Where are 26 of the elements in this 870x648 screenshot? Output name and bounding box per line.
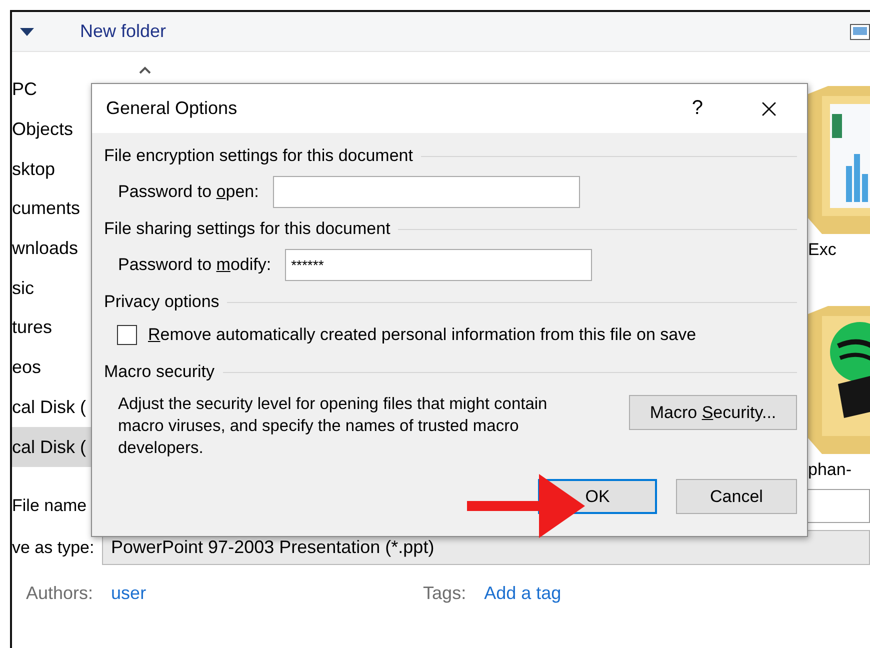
file-name-label: Exc xyxy=(808,240,838,260)
scroll-up-icon[interactable] xyxy=(139,66,151,74)
save-type-label: ve as type: xyxy=(12,538,96,558)
section-heading: File sharing settings for this document xyxy=(104,219,390,239)
password-label: Password to modify: xyxy=(118,255,272,275)
password-field[interactable]: ****** xyxy=(285,249,592,281)
help-button[interactable]: ? xyxy=(692,97,703,120)
cancel-button[interactable]: Cancel xyxy=(676,479,797,514)
new-folder-button[interactable]: New folder xyxy=(80,21,166,42)
dialog-title: General Options xyxy=(106,98,238,119)
add-tag-link[interactable]: Add a tag xyxy=(484,582,562,604)
checkbox-label: Remove automatically created personal information from this file on save xyxy=(148,325,696,345)
authors-link[interactable]: user xyxy=(111,582,424,604)
macro-security-button[interactable]: Macro Security... xyxy=(629,395,797,430)
authors-label: Authors: xyxy=(26,582,94,604)
checkbox[interactable] xyxy=(117,325,137,345)
section-heading: File encryption settings for this document xyxy=(104,146,413,166)
password-label: Password to open: xyxy=(118,182,259,202)
section-heading: Macro security xyxy=(104,362,215,382)
dropdown-caret-icon[interactable] xyxy=(20,28,34,36)
file-name-label: phan- xyxy=(808,460,852,480)
section-heading: Privacy options xyxy=(104,292,220,312)
password-field[interactable] xyxy=(272,176,580,208)
file-name-label: File name xyxy=(12,496,88,516)
image-icon[interactable] xyxy=(850,24,870,40)
tags-label: Tags: xyxy=(423,582,466,604)
